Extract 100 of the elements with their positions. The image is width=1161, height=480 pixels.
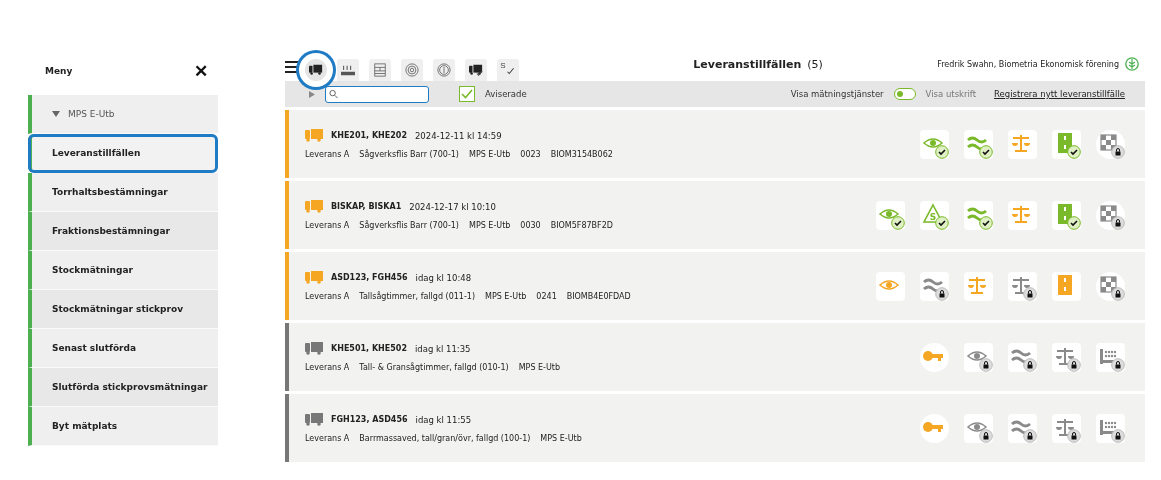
detail-text: Tall- & Gransågtimmer, fallgd (010-1) [359, 363, 509, 372]
menu-item[interactable]: Stockmätningar stickprov [28, 290, 218, 329]
toggle-label: Visa utskrift [925, 89, 977, 99]
detail-text: BIOM5F87BF2D [550, 221, 613, 230]
eye-button[interactable] [964, 413, 993, 443]
truck-icon [305, 342, 323, 355]
detail-text: Sågverksflis Barr (700-1) [359, 221, 459, 230]
eye-button[interactable] [964, 342, 993, 372]
truck-icon [305, 413, 323, 426]
detail-text: 0023 [520, 150, 541, 159]
user-name: Fredrik Swahn, Biometria Ekonomisk förening [937, 59, 1119, 69]
truck-icon [305, 200, 323, 213]
lock-badge-icon [1111, 428, 1125, 443]
truck-tick-icon [468, 63, 484, 77]
check-badge-icon [935, 215, 949, 230]
expand-icon[interactable] [309, 90, 315, 98]
lock-badge-icon [935, 286, 949, 301]
delivery-card[interactable]: ASD123, FGH456 idag kl 10:48 Leverans A Tallsågtimmer, fallgd (011-1) MPS E-Utb 0241 BIOMB4E0FDAD [285, 252, 1145, 320]
detail-text: MPS E-Utb [540, 434, 582, 443]
menu-title: Meny [45, 66, 73, 76]
waves-button[interactable] [920, 271, 949, 301]
delivery-card[interactable]: KHE201, KHE202 2024-12-11 kl 14:59 Leverans A Sågverksflis Barr (700-1) MPS E-Utb 0023 BIOM3154B062 [285, 110, 1145, 178]
detail-text: BIOMB4E0FDAD [566, 292, 631, 301]
timestamp: idag kl 11:55 [415, 414, 472, 425]
menu-item[interactable]: Byt mätplats [28, 407, 218, 446]
key-button[interactable] [920, 342, 949, 372]
tree-logo-icon [1125, 57, 1139, 71]
crate-button[interactable] [1096, 413, 1125, 443]
timestamp: 2024-12-11 kl 14:59 [414, 130, 502, 141]
close-button[interactable]: ✕ [194, 60, 208, 82]
flag-button[interactable] [1096, 129, 1125, 159]
check-badge-icon [979, 215, 993, 230]
lock-badge-icon [1111, 144, 1125, 159]
lock-badge-icon [1023, 286, 1037, 301]
road-button[interactable] [1052, 200, 1081, 230]
detail-text: MPS E-Utb [469, 221, 511, 230]
menu-item[interactable]: Senast slutförda [28, 329, 218, 368]
lock-badge-icon [979, 428, 993, 443]
check-badge-icon [891, 215, 905, 230]
delivery-card[interactable]: BISKAP, BISKA1 2024-12-17 kl 10:10 Leverans A Sågverksflis Barr (700-1) MPS E-Utb 0030 BIOM5F87BF2D S [285, 181, 1145, 249]
detail-text: Sågverksflis Barr (700-1) [359, 150, 459, 159]
detail-text: MPS E-Utb [485, 292, 527, 301]
waves-button[interactable] [1008, 342, 1037, 372]
lock-badge-icon [1067, 428, 1081, 443]
table-icon [372, 63, 388, 77]
crate-button[interactable] [1096, 342, 1125, 372]
search-field[interactable] [325, 85, 429, 103]
checkbox[interactable] [459, 86, 475, 102]
page-title: Leveranstillfällen [693, 58, 802, 71]
detail-text: 0030 [520, 221, 541, 230]
count-label: (5) [807, 58, 823, 71]
toolbar-tab[interactable] [465, 59, 487, 81]
detail-text: MPS E-Utb [518, 363, 561, 372]
detail-text: Tallsågtimmer, fallgd (011-1) [359, 292, 475, 301]
menu-item[interactable]: Stockmätningar [28, 251, 218, 290]
menu-item[interactable]: Slutförda stickprovsmätningar [28, 368, 218, 407]
detail-text: Leverans A [305, 150, 350, 159]
lock-badge-icon [979, 357, 993, 372]
lock-badge-icon [1111, 286, 1125, 301]
scale-button[interactable] [1008, 271, 1037, 301]
lock-badge-icon [1023, 357, 1037, 372]
checkbox-label: Aviserade [485, 89, 527, 99]
delivery-card[interactable]: KHE501, KHE502 idag kl 11:35 Leverans A Tall- & Gransågtimmer, fallgd (010-1) MPS E-Utb [285, 323, 1145, 391]
coin-icon [436, 63, 452, 77]
menu-group[interactable]: MPS E-Utb [28, 95, 218, 134]
chips-icon [340, 63, 356, 77]
vehicle-ids: ASD123, FGH456 [331, 273, 408, 282]
menu-item[interactable]: Leveranstillfällen [28, 134, 218, 173]
vehicle-ids: FGH123, ASD456 [331, 415, 408, 424]
group-label: MPS E-Utb [68, 109, 115, 119]
scale-button[interactable] [1052, 413, 1081, 443]
lock-badge-icon [1023, 428, 1037, 443]
lock-badge-icon [1067, 357, 1081, 372]
detail-text: Leverans A [305, 292, 350, 301]
truck-icon [305, 271, 323, 284]
check-badge-icon [1067, 144, 1081, 159]
toggle-switch[interactable] [893, 88, 916, 100]
flag-button[interactable] [1096, 271, 1125, 301]
menu-item[interactable]: Fraktionsbestämningar [28, 212, 218, 251]
scale-button[interactable] [1052, 342, 1081, 372]
timestamp: idag kl 10:48 [415, 272, 472, 283]
menu-item[interactable]: Torrhaltsbestämningar [28, 173, 218, 212]
check-badge-icon [935, 144, 949, 159]
vehicle-ids: BISKAP, BISKA1 [331, 202, 402, 211]
road-button[interactable] [1052, 129, 1081, 159]
timestamp: 2024-12-17 kl 10:10 [409, 201, 496, 212]
key-button[interactable] [920, 413, 949, 443]
truck-icon [305, 129, 323, 142]
delivery-card[interactable]: FGH123, ASD456 idag kl 11:55 Leverans A Barrmassaved, tall/gran/övr, fallgd (100-1) MPS E-Utb [285, 394, 1145, 462]
flag-button[interactable] [1096, 200, 1125, 230]
detail-text: BIOM3154B062 [550, 150, 613, 159]
road-button[interactable] [1052, 271, 1081, 301]
register-link[interactable]: Registrera nytt leveranstillfälle [994, 89, 1125, 99]
menu-icon[interactable] [285, 61, 299, 73]
text-tab[interactable]: S [497, 59, 519, 81]
detail-text: Leverans A [305, 434, 350, 443]
search-icon [329, 89, 338, 99]
detail-text: MPS E-Utb [469, 150, 511, 159]
waves-button[interactable] [1008, 413, 1037, 443]
toolbar-tab[interactable] [337, 59, 359, 81]
